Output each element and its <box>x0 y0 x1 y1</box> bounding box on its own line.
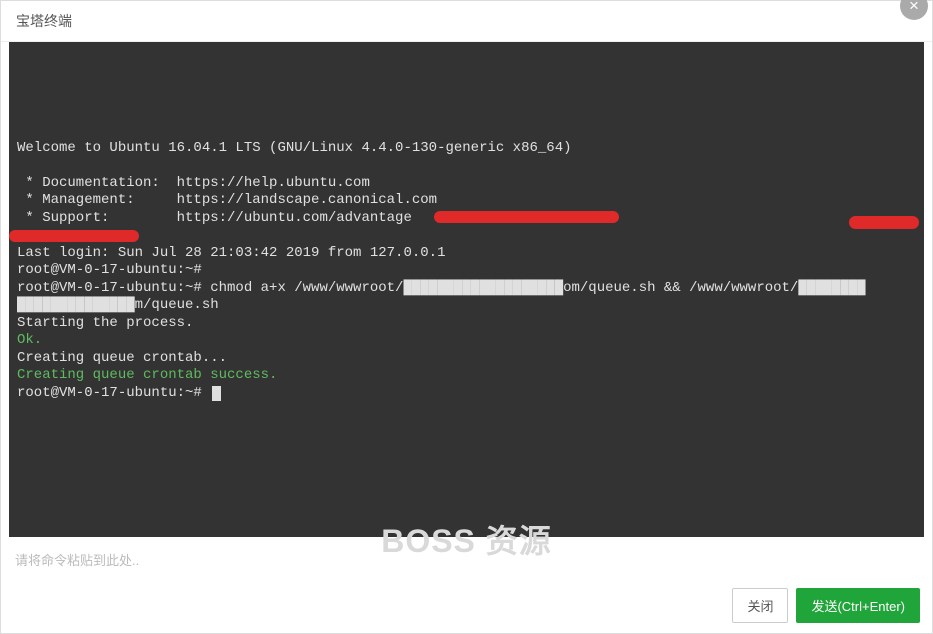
terminal-line <box>17 227 916 245</box>
terminal-line: Creating queue crontab... <box>17 350 916 368</box>
terminal-line: ██████████████m/queue.sh <box>17 297 916 315</box>
terminal-cursor <box>212 386 221 401</box>
modal-footer: 关闭 发送(Ctrl+Enter) <box>1 580 932 633</box>
modal-title: 宝塔终端 <box>16 11 72 31</box>
terminal-line: Last login: Sun Jul 28 21:03:42 2019 fro… <box>17 245 916 263</box>
terminal-line: Creating queue crontab success. <box>17 367 916 385</box>
command-input[interactable] <box>13 547 920 574</box>
close-button[interactable]: 关闭 <box>732 588 788 623</box>
send-button[interactable]: 发送(Ctrl+Enter) <box>796 588 920 623</box>
terminal-line: Ok. <box>17 332 916 350</box>
terminal-line: root@VM-0-17-ubuntu:~# chmod a+x /www/ww… <box>17 280 916 298</box>
redaction-mark <box>849 216 919 229</box>
terminal-line: root@VM-0-17-ubuntu:~# <box>17 385 916 403</box>
terminal-line: root@VM-0-17-ubuntu:~# <box>17 262 916 280</box>
modal-header: 宝塔终端 <box>1 1 932 42</box>
terminal-modal: × 宝塔终端 Welcome to Ubuntu 16.04.1 LTS (GN… <box>0 0 933 634</box>
terminal-line: Welcome to Ubuntu 16.04.1 LTS (GNU/Linux… <box>17 140 916 158</box>
redaction-mark <box>9 230 139 242</box>
terminal-output[interactable]: Welcome to Ubuntu 16.04.1 LTS (GNU/Linux… <box>9 42 924 537</box>
terminal-line: * Management: https://landscape.canonica… <box>17 192 916 210</box>
close-icon-glyph: × <box>909 0 919 16</box>
redaction-mark <box>434 211 619 223</box>
terminal-line <box>17 157 916 175</box>
terminal-line: Starting the process. <box>17 315 916 333</box>
terminal-line: * Documentation: https://help.ubuntu.com <box>17 175 916 193</box>
command-input-bar <box>1 537 932 580</box>
